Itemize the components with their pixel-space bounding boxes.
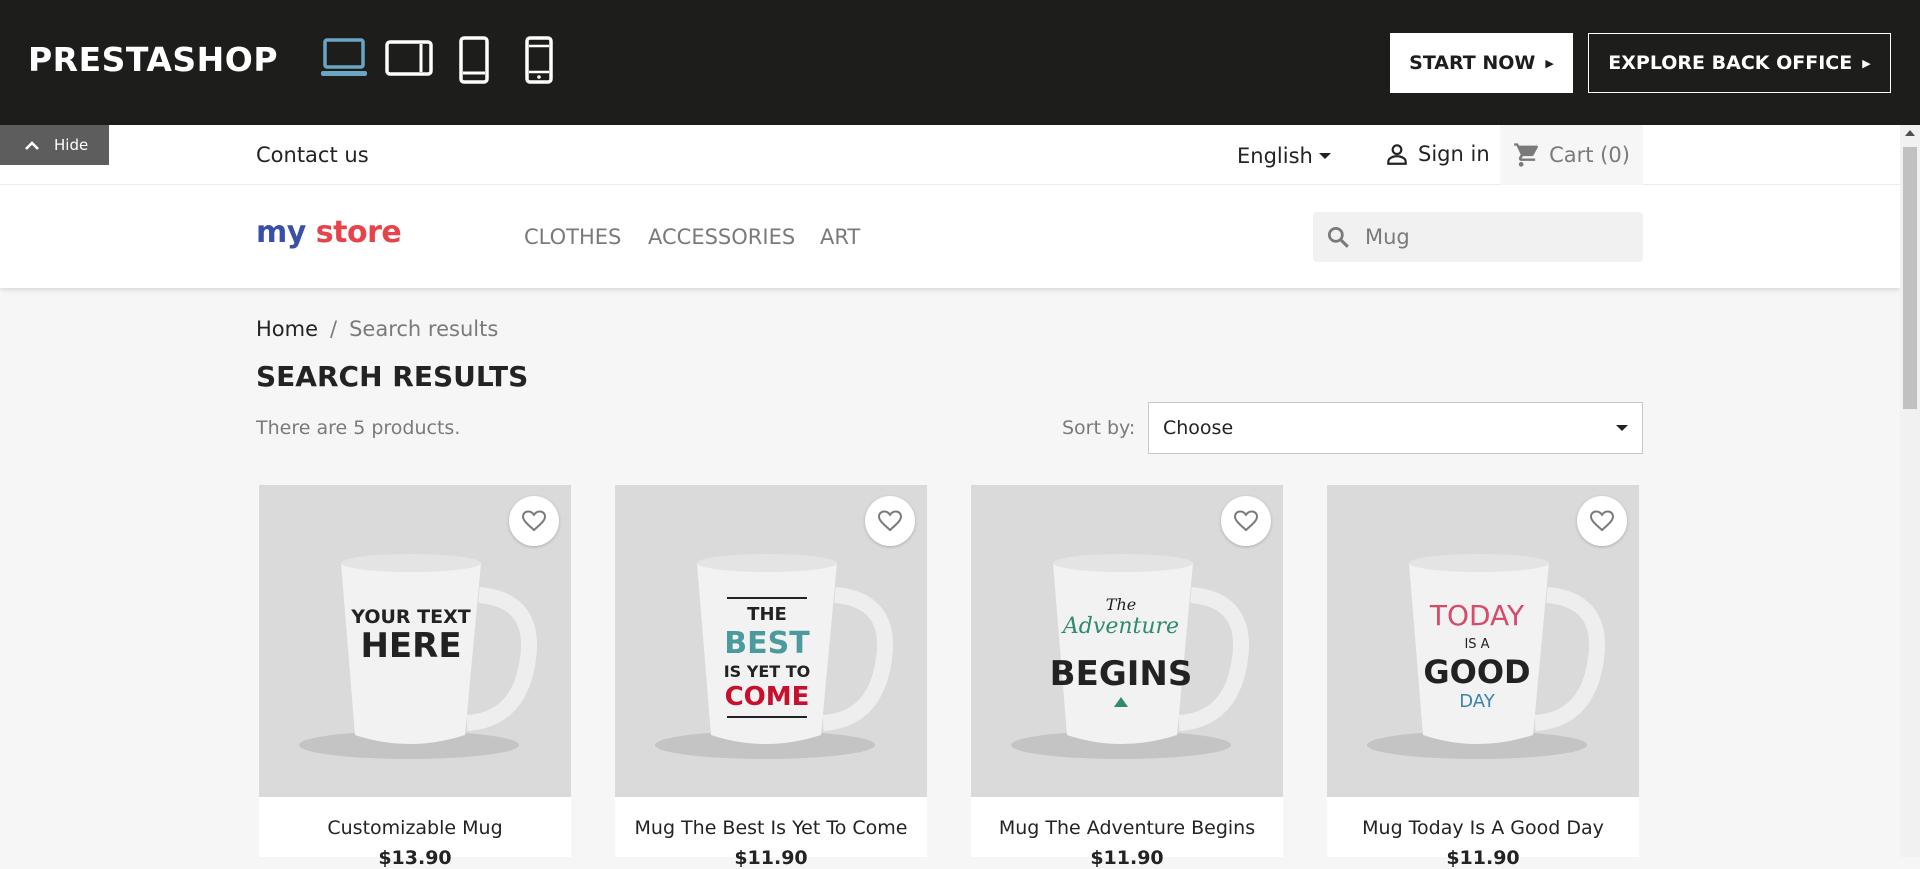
- mug-print-line-3: GOOD: [1423, 653, 1530, 691]
- start-now-button[interactable]: START NOW ▶: [1390, 33, 1573, 93]
- prestashop-logo: PRESTASHOP: [28, 40, 279, 79]
- cart-button[interactable]: Cart (0): [1500, 125, 1643, 185]
- cart-icon: [1514, 143, 1539, 167]
- product-price: $11.90: [734, 847, 808, 869]
- logo-part-store: store: [315, 215, 402, 250]
- product-card[interactable]: TODAY IS A GOOD DAY Mug Today Is A Good …: [1327, 485, 1639, 869]
- product-image[interactable]: The Adventure BEGINS: [971, 485, 1283, 797]
- explore-label: EXPLORE BACK OFFICE: [1608, 52, 1853, 74]
- hide-label: Hide: [54, 136, 89, 154]
- mug-print-line-2: BEST: [724, 626, 810, 661]
- search-widget: [1313, 212, 1643, 262]
- product-count: There are 5 products.: [256, 417, 461, 439]
- wishlist-button[interactable]: [1221, 496, 1271, 546]
- tablet-landscape-icon[interactable]: [385, 36, 433, 80]
- contact-us-link[interactable]: Contact us: [256, 143, 369, 167]
- mug-print-line-1: TODAY: [1429, 599, 1525, 632]
- menu-art[interactable]: ART: [820, 225, 860, 249]
- heart-icon: [522, 510, 546, 532]
- chevron-up-icon: [25, 141, 39, 150]
- explore-back-office-button[interactable]: EXPLORE BACK OFFICE ▶: [1588, 33, 1891, 93]
- product-name[interactable]: Mug Today Is A Good Day: [1327, 817, 1639, 839]
- tablet-portrait-icon[interactable]: [458, 36, 490, 84]
- product-image[interactable]: THE BEST IS YET TO COME: [615, 485, 927, 797]
- caret-down-icon: [1318, 153, 1331, 159]
- logo-part-my: my: [256, 215, 306, 250]
- sort-value: Choose: [1163, 417, 1234, 439]
- mug-print-line-4: COME: [725, 682, 810, 712]
- heart-icon: [878, 510, 902, 532]
- wishlist-button[interactable]: [509, 496, 559, 546]
- mobile-icon[interactable]: [524, 36, 554, 84]
- product-image[interactable]: TODAY IS A GOOD DAY: [1327, 485, 1639, 797]
- demo-toolbar: PRESTASHOP START NOW ▶ EXPLORE BACK OFFI…: [0, 0, 1920, 125]
- language-label: English: [1237, 144, 1313, 168]
- cart-label: Cart (0): [1549, 143, 1630, 167]
- caret-right-icon: ▶: [1545, 56, 1554, 70]
- header-nav: Contact us English Sign in Cart (0): [0, 125, 1900, 185]
- product-price: $13.90: [378, 847, 452, 869]
- breadcrumb-separator: /: [330, 317, 338, 341]
- mug-print-line-3: BEGINS: [1050, 654, 1193, 694]
- page-scrollbar[interactable]: [1900, 125, 1920, 857]
- wishlist-button[interactable]: [865, 496, 915, 546]
- hide-toolbar-button[interactable]: Hide: [0, 125, 109, 165]
- mug-print-line-1: The: [1106, 595, 1136, 614]
- menu-accessories[interactable]: ACCESSORIES: [648, 225, 795, 249]
- wishlist-button[interactable]: [1577, 496, 1627, 546]
- mug-print-line-4: DAY: [1459, 691, 1495, 712]
- sign-in-link[interactable]: Sign in: [1384, 141, 1490, 167]
- menu-clothes[interactable]: CLOTHES: [524, 225, 621, 249]
- store-header: Contact us English Sign in Cart (0) my s…: [0, 125, 1900, 288]
- product-image[interactable]: YOUR TEXT HERE: [259, 485, 571, 797]
- breadcrumb: Home / Search results: [256, 317, 498, 341]
- search-input[interactable]: [1363, 224, 1623, 250]
- mug-print-line-2: IS A: [1464, 637, 1489, 652]
- start-now-label: START NOW: [1409, 52, 1536, 74]
- product-card[interactable]: YOUR TEXT HERE Customizable Mug $13.90: [259, 485, 571, 869]
- mug-print-line-3: IS YET TO: [724, 662, 811, 681]
- mug-print-line-1: THE: [747, 604, 787, 625]
- page-title: SEARCH RESULTS: [256, 360, 529, 393]
- heart-icon: [1590, 510, 1614, 532]
- mug-print-line-2: Adventure: [1061, 614, 1179, 639]
- heart-icon: [1234, 510, 1258, 532]
- sort-select[interactable]: Choose: [1148, 402, 1643, 454]
- product-name[interactable]: Mug The Adventure Begins: [971, 817, 1283, 839]
- product-card[interactable]: The Adventure BEGINS Mug The Adventure B…: [971, 485, 1283, 869]
- sign-in-label: Sign in: [1418, 142, 1490, 166]
- scroll-up-arrow-icon[interactable]: [1905, 130, 1915, 136]
- search-icon[interactable]: [1325, 224, 1351, 250]
- breadcrumb-current: Search results: [349, 317, 499, 341]
- caret-right-icon: ▶: [1862, 56, 1871, 70]
- product-name[interactable]: Customizable Mug: [259, 817, 571, 839]
- store-logo[interactable]: my store: [256, 215, 402, 250]
- desktop-icon[interactable]: [320, 36, 368, 80]
- caret-down-icon: [1616, 425, 1628, 431]
- sort-label: Sort by:: [1062, 417, 1136, 439]
- product-price: $11.90: [1446, 847, 1520, 869]
- product-name[interactable]: Mug The Best Is Yet To Come: [615, 817, 927, 839]
- product-card[interactable]: THE BEST IS YET TO COME Mug The Best Is …: [615, 485, 927, 869]
- breadcrumb-home[interactable]: Home: [256, 317, 318, 341]
- language-selector[interactable]: English: [1237, 144, 1331, 168]
- user-icon: [1387, 144, 1407, 165]
- mug-print-line-1: YOUR TEXT: [350, 606, 470, 628]
- mug-print-line-2: HERE: [360, 626, 461, 666]
- scroll-thumb[interactable]: [1903, 147, 1917, 409]
- product-price: $11.90: [1090, 847, 1164, 869]
